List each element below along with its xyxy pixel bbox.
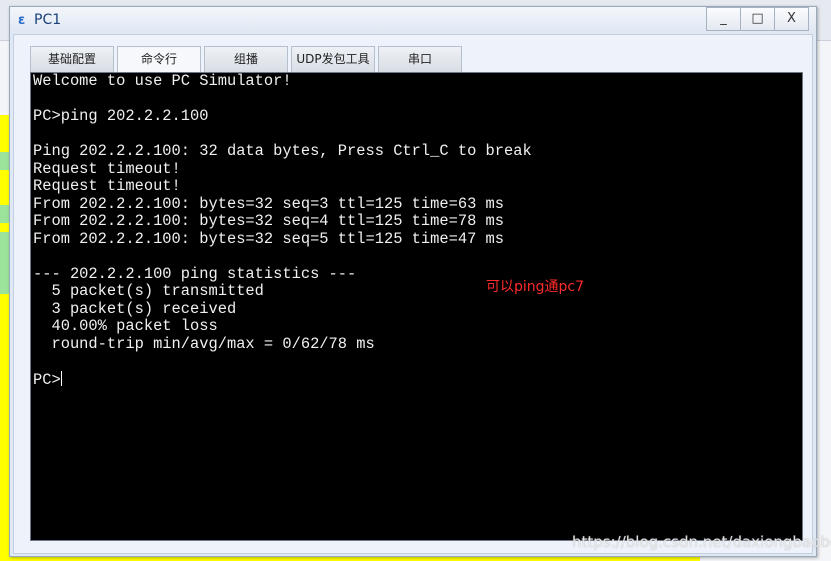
- pc1-window: ε PC1 _ □ X 基础配置 命令行 组播 UDP发包工具 串口 Welco…: [9, 6, 817, 557]
- terminal[interactable]: Welcome to use PC Simulator! PC>ping 202…: [30, 72, 803, 541]
- tab-command-line[interactable]: 命令行: [117, 46, 201, 72]
- close-button[interactable]: X: [774, 7, 809, 31]
- minimize-button[interactable]: _: [706, 7, 741, 31]
- tab-basic-config[interactable]: 基础配置: [30, 46, 114, 72]
- terminal-line: Ping 202.2.2.100: 32 data bytes, Press C…: [33, 142, 532, 160]
- terminal-line: From 202.2.2.100: bytes=32 seq=5 ttl=125…: [33, 229, 505, 248]
- title-bar[interactable]: ε PC1 _ □ X: [10, 7, 816, 34]
- window-title: PC1: [34, 12, 62, 28]
- tab-serial[interactable]: 串口: [378, 46, 462, 72]
- terminal-line: Request timeout!: [33, 177, 181, 195]
- annotation-text: 可以ping通pc7: [486, 279, 585, 295]
- terminal-line: From 202.2.2.100: bytes=32 seq=4 ttl=125…: [33, 212, 505, 230]
- maximize-button[interactable]: □: [740, 7, 775, 31]
- window-body: 基础配置 命令行 组播 UDP发包工具 串口 Welcome to use PC…: [13, 34, 813, 554]
- terminal-line: round-trip min/avg/max = 0/62/78 ms: [33, 334, 375, 353]
- terminal-line: --- 202.2.2.100 ping statistics ---: [33, 264, 357, 283]
- terminal-line: PC>ping 202.2.2.100: [33, 107, 209, 125]
- tab-udp-tool[interactable]: UDP发包工具: [291, 46, 375, 72]
- terminal-line: From 202.2.2.100: bytes=32 seq=3 ttl=125…: [33, 194, 505, 213]
- pc-icon: ε: [18, 13, 26, 28]
- terminal-line: 5 packet(s) transmitted: [33, 282, 264, 300]
- text-cursor: [60, 370, 62, 386]
- terminal-line: Request timeout!: [33, 159, 181, 178]
- terminal-line: PC>: [33, 370, 61, 389]
- watermark: https://blog.csdn.net/daxiongbaobei: [572, 533, 831, 551]
- terminal-output: Welcome to use PC Simulator! PC>ping 202…: [33, 72, 532, 389]
- tab-multicast[interactable]: 组播: [204, 46, 288, 72]
- terminal-line: 3 packet(s) received: [33, 299, 237, 318]
- terminal-line: Welcome to use PC Simulator!: [33, 72, 292, 90]
- terminal-line: 40.00% packet loss: [33, 317, 218, 335]
